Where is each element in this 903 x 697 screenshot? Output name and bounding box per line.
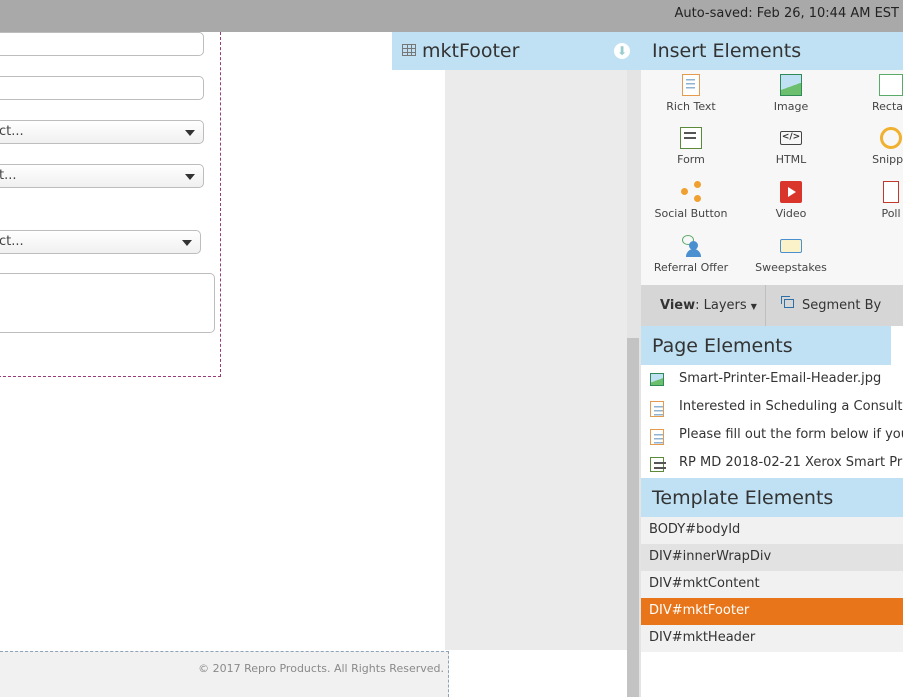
insert-poll[interactable]: Poll xyxy=(843,181,903,220)
insert-social-button[interactable]: Social Button xyxy=(643,181,739,220)
snippet-icon xyxy=(880,127,902,149)
insert-item-label: Video xyxy=(775,207,807,220)
form-text-field-1[interactable] xyxy=(0,32,204,56)
copyright-text: © 2017 Repro Products. All Rights Reserv… xyxy=(198,662,444,675)
form-select-field-3[interactable]: ct... xyxy=(0,230,201,254)
view-toolbar: View: Layers ▼ Segment By xyxy=(641,285,903,326)
video-icon xyxy=(780,181,802,203)
insert-video[interactable]: Video xyxy=(743,181,839,220)
insert-elements-grid: Rich Text Image Rectan Form </> HTML Sni… xyxy=(641,70,903,285)
page-element-label: Please fill out the form below if you a xyxy=(679,427,903,442)
autosave-status: Auto-saved: Feb 26, 10:44 AM EST xyxy=(674,6,899,21)
image-icon xyxy=(650,373,664,386)
insert-referral-offer[interactable]: Referral Offer xyxy=(643,235,739,274)
view-layers-dropdown[interactable]: View: Layers ▼ xyxy=(641,285,766,326)
page-elements-header: Page Elements xyxy=(641,326,891,365)
template-element-item[interactable]: DIV#mktContent xyxy=(641,571,903,598)
insert-item-label: Social Button xyxy=(654,207,728,220)
page-element-item[interactable]: Interested in Scheduling a Consultation xyxy=(641,394,903,422)
template-element-label: BODY#bodyId xyxy=(649,522,741,537)
selected-element-header: mktFooter ⬇ xyxy=(392,32,642,70)
rich-text-icon xyxy=(682,74,700,96)
form-select-field-1[interactable]: ct... xyxy=(0,120,204,144)
insert-rich-text[interactable]: Rich Text xyxy=(643,74,739,113)
form-select-value: ct... xyxy=(0,234,24,249)
rectangle-icon xyxy=(879,74,903,96)
insert-sweepstakes[interactable]: Sweepstakes xyxy=(743,235,839,274)
view-value: : Layers xyxy=(695,298,747,313)
form-text-field-2[interactable] xyxy=(0,76,204,100)
dropdown-caret-icon xyxy=(185,174,195,180)
insert-item-label: Form xyxy=(677,153,705,166)
template-element-item[interactable]: DIV#innerWrapDiv xyxy=(641,544,903,571)
insert-item-label: HTML xyxy=(775,153,807,166)
selected-element-title: mktFooter xyxy=(422,40,520,62)
form-icon xyxy=(680,127,702,149)
html-icon: </> xyxy=(780,131,802,145)
insert-item-label: Image xyxy=(773,100,809,113)
template-elements-header: Template Elements xyxy=(641,478,903,517)
template-element-item-selected[interactable]: DIV#mktFooter xyxy=(641,598,903,625)
page-element-item[interactable]: Please fill out the form below if you a xyxy=(641,422,903,450)
canvas-margin xyxy=(445,70,627,650)
insert-elements-title: Insert Elements xyxy=(652,40,802,62)
page-canvas: ct... t... ct... xyxy=(0,32,445,697)
rich-text-icon xyxy=(650,401,664,417)
caret-down-icon: ▼ xyxy=(750,302,757,311)
rich-text-icon xyxy=(650,429,664,445)
segment-icon xyxy=(781,296,794,308)
insert-item-label: Snippe xyxy=(872,153,903,166)
insert-item-label: Rectan xyxy=(872,100,903,113)
poll-icon xyxy=(883,181,899,203)
sweepstakes-icon xyxy=(780,239,802,253)
form-textarea[interactable] xyxy=(0,273,215,333)
insert-elements-header: Insert Elements xyxy=(641,32,903,70)
download-icon[interactable]: ⬇ xyxy=(614,43,630,59)
template-element-item[interactable]: BODY#bodyId xyxy=(641,517,903,544)
template-elements-title: Template Elements xyxy=(652,487,834,509)
dropdown-caret-icon xyxy=(182,240,192,246)
page-element-label: RP MD 2018-02-21 Xerox Smart Printe xyxy=(679,455,903,470)
template-element-label: DIV#mktContent xyxy=(649,576,760,591)
template-element-label: DIV#innerWrapDiv xyxy=(649,549,772,564)
template-element-label: DIV#mktHeader xyxy=(649,630,756,645)
image-icon xyxy=(780,74,802,96)
insert-rectangle[interactable]: Rectan xyxy=(843,74,903,113)
page-elements-title: Page Elements xyxy=(652,335,793,357)
form-select-value: ct... xyxy=(0,124,24,139)
view-label: View xyxy=(660,298,696,313)
insert-item-label: Referral Offer xyxy=(653,261,729,274)
page-element-label: Smart-Printer-Email-Header.jpg xyxy=(679,371,882,386)
form-select-value: t... xyxy=(0,168,17,183)
top-status-bar: Auto-saved: Feb 26, 10:44 AM EST xyxy=(0,0,903,32)
page-element-item[interactable]: Smart-Printer-Email-Header.jpg xyxy=(641,366,903,394)
mkt-footer-region[interactable]: © 2017 Repro Products. All Rights Reserv… xyxy=(0,651,449,697)
right-panel: Insert Elements Rich Text Image Rectan F… xyxy=(641,32,903,697)
segment-by-button[interactable]: Segment By xyxy=(767,285,903,326)
insert-item-label: Rich Text xyxy=(666,100,716,113)
template-element-label: DIV#mktFooter xyxy=(649,603,750,618)
grid-icon xyxy=(402,44,416,56)
insert-image[interactable]: Image xyxy=(743,74,839,113)
insert-html[interactable]: </> HTML xyxy=(743,127,839,166)
insert-item-label: Poll xyxy=(881,207,901,220)
dropdown-caret-icon xyxy=(185,130,195,136)
share-icon xyxy=(680,181,702,203)
segment-by-label: Segment By xyxy=(802,298,882,313)
insert-form[interactable]: Form xyxy=(643,127,739,166)
page-element-item[interactable]: RP MD 2018-02-21 Xerox Smart Printe xyxy=(641,450,903,478)
referral-icon xyxy=(680,235,702,257)
form-select-field-2[interactable]: t... xyxy=(0,164,204,188)
template-element-item[interactable]: DIV#mktHeader xyxy=(641,625,903,652)
insert-item-label: Sweepstakes xyxy=(755,261,827,274)
form-icon xyxy=(650,457,666,472)
scrollbar-thumb[interactable] xyxy=(627,338,639,697)
page-element-label: Interested in Scheduling a Consultation xyxy=(679,399,903,414)
form-region[interactable]: ct... t... ct... xyxy=(0,32,221,377)
insert-snippet[interactable]: Snippe xyxy=(843,127,903,166)
